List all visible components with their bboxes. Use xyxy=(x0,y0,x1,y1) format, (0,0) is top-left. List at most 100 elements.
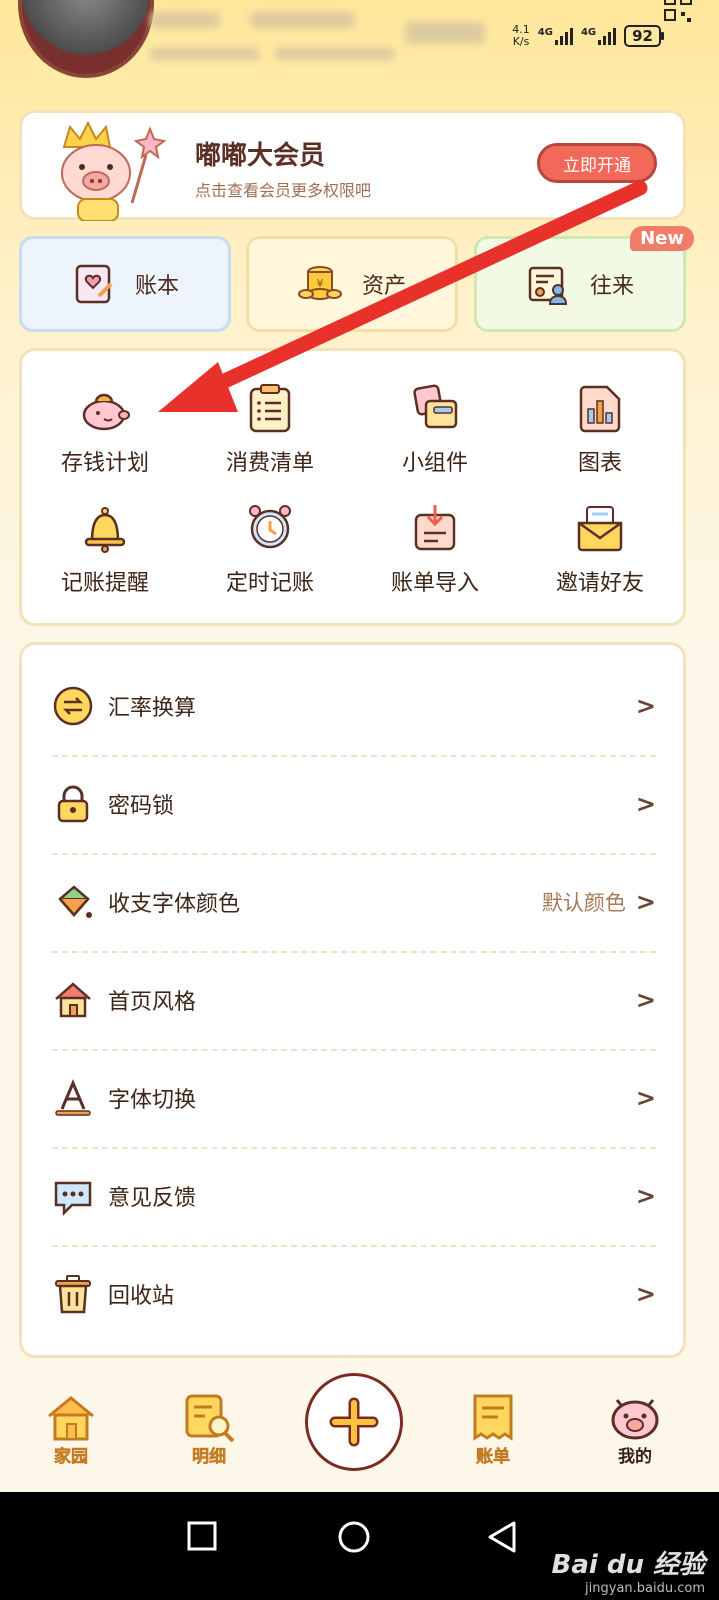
nav-label: 我的 xyxy=(618,1447,652,1467)
setting-label: 回收站 xyxy=(108,1284,175,1309)
activate-vip-button[interactable]: 立即开通 xyxy=(537,143,657,183)
chevron-right-icon: > xyxy=(635,1280,656,1308)
tool-invite-friends[interactable]: 邀请好友 xyxy=(520,501,680,597)
avatar[interactable] xyxy=(18,0,154,78)
tool-label: 账单导入 xyxy=(390,571,479,596)
exchange-icon xyxy=(53,686,93,726)
nav-bills[interactable]: 账单 xyxy=(448,1390,538,1467)
system-navigation-bar: Bai du 经验 jingyan.baidu.com xyxy=(0,1492,719,1600)
tools-panel: 存钱计划 消费清单 小组件 图表 记账提醒 定时记账 账单导入 邀请好友 xyxy=(19,348,686,626)
vip-title: 嘟嘟大会员 xyxy=(195,141,326,171)
quick-entry-label: 账本 xyxy=(134,274,179,299)
piggy-bank-icon xyxy=(82,393,130,431)
bell-icon xyxy=(84,507,126,553)
house-icon xyxy=(55,982,91,1018)
quick-entry-ledger[interactable]: 账本 xyxy=(19,236,231,332)
chart-icon xyxy=(579,385,621,433)
widget-icon xyxy=(413,384,458,429)
watermark-url: jingyan.baidu.com xyxy=(585,1581,705,1596)
add-record-button[interactable] xyxy=(305,1373,403,1471)
tool-reminder[interactable]: 记账提醒 xyxy=(25,501,185,597)
bill-icon xyxy=(473,1394,513,1441)
tool-label: 图表 xyxy=(577,451,622,476)
quick-entry-label: 往来 xyxy=(589,274,634,299)
setting-label: 密码锁 xyxy=(108,794,175,819)
blurred-username xyxy=(150,12,220,28)
ledger-icon xyxy=(75,264,113,304)
chevron-right-icon: > xyxy=(635,1182,656,1210)
font-icon xyxy=(55,1079,91,1116)
setting-label: 意见反馈 xyxy=(108,1186,197,1211)
setting-exchange-rate[interactable]: 汇率换算 > xyxy=(52,657,656,755)
nav-home[interactable]: 家园 xyxy=(26,1390,116,1467)
back-icon[interactable] xyxy=(486,1520,518,1554)
nav-profile[interactable]: 我的 xyxy=(590,1390,680,1467)
tool-label: 小组件 xyxy=(401,451,468,476)
setting-label: 首页风格 xyxy=(108,990,197,1015)
battery-indicator: 92 xyxy=(624,25,664,47)
blurred-text xyxy=(250,12,355,28)
tool-bill-import[interactable]: 账单导入 xyxy=(355,501,515,597)
signal-strength-icon: 4G xyxy=(538,27,573,45)
network-speed: 4.1 K/s xyxy=(512,23,530,48)
bottom-navigation: 家园 明细 账单 我的 xyxy=(0,1368,719,1492)
settings-list: 汇率换算 > 密码锁 > 收支字体颜色 默认颜色 > 首页风格 > 字体切换 >… xyxy=(19,642,686,1358)
setting-label: 汇率换算 xyxy=(108,696,197,721)
setting-password-lock[interactable]: 密码锁 > xyxy=(52,755,656,853)
blurred-text xyxy=(405,22,485,44)
quick-entry-assets[interactable]: ¥ 资产 xyxy=(246,236,458,332)
clipboard-list-icon xyxy=(249,384,291,433)
setting-recycle-bin[interactable]: 回收站 > xyxy=(52,1245,656,1343)
chevron-right-icon: > xyxy=(635,986,656,1014)
tool-label: 记账提醒 xyxy=(60,571,149,596)
status-indicators: 4.1 K/s 4G 4G 92 xyxy=(512,23,664,48)
nav-label: 明细 xyxy=(192,1447,227,1468)
tool-shopping-list[interactable]: 消费清单 xyxy=(190,381,350,477)
watermark-logo: Bai du 经验 xyxy=(551,1550,706,1580)
signal-strength-icon: 4G xyxy=(581,27,617,45)
blurred-stats xyxy=(150,48,260,60)
trash-icon xyxy=(55,1275,91,1314)
recent-apps-icon[interactable] xyxy=(186,1520,218,1552)
nav-label: 账单 xyxy=(476,1447,511,1468)
chevron-right-icon: > xyxy=(635,1084,656,1112)
setting-value: 默认颜色 xyxy=(541,891,626,915)
setting-feedback[interactable]: 意见反馈 > xyxy=(52,1147,656,1245)
setting-font-switch[interactable]: 字体切换 > xyxy=(52,1049,656,1147)
invite-envelope-icon xyxy=(577,506,623,552)
qr-code-icon[interactable] xyxy=(663,0,693,30)
tool-charts[interactable]: 图表 xyxy=(520,381,680,477)
import-icon xyxy=(414,505,456,551)
plus-icon xyxy=(329,1397,379,1447)
nav-label: 家园 xyxy=(54,1447,89,1468)
tool-scheduled-entry[interactable]: 定时记账 xyxy=(190,501,350,597)
contact-card-icon xyxy=(528,266,567,305)
blurred-stats xyxy=(275,48,395,60)
pig-profile-icon xyxy=(611,1399,659,1440)
tool-label: 消费清单 xyxy=(225,451,314,476)
home-button-icon[interactable] xyxy=(337,1520,371,1554)
setting-font-color[interactable]: 收支字体颜色 默认颜色 > xyxy=(52,853,656,951)
vip-membership-card[interactable]: 嘟嘟大会员 点击查看会员更多权限吧 立即开通 xyxy=(19,110,686,221)
alarm-clock-icon xyxy=(249,505,291,549)
setting-label: 收支字体颜色 xyxy=(108,892,241,917)
chevron-right-icon: > xyxy=(635,888,656,916)
pig-mascot-icon xyxy=(61,121,167,221)
coins-icon: ¥ xyxy=(297,266,342,300)
nav-details[interactable]: 明细 xyxy=(164,1390,254,1467)
details-search-icon xyxy=(185,1394,235,1443)
tool-savings-plan[interactable]: 存钱计划 xyxy=(25,381,185,477)
home-icon xyxy=(48,1396,94,1441)
tool-widgets[interactable]: 小组件 xyxy=(355,381,515,477)
watermark: Bai du 经验 jingyan.baidu.com xyxy=(552,1544,706,1596)
status-bar: 4.1 K/s 4G 4G 92 xyxy=(0,0,719,78)
new-badge: New xyxy=(630,226,694,251)
setting-home-style[interactable]: 首页风格 > xyxy=(52,951,656,1049)
vip-subtitle: 点击查看会员更多权限吧 xyxy=(195,181,372,200)
svg-text:¥: ¥ xyxy=(316,277,323,290)
tool-label: 存钱计划 xyxy=(60,451,149,476)
tool-label: 定时记账 xyxy=(225,571,314,596)
setting-label: 字体切换 xyxy=(108,1088,197,1113)
paint-bucket-icon xyxy=(58,885,92,918)
feedback-icon xyxy=(54,1181,92,1217)
